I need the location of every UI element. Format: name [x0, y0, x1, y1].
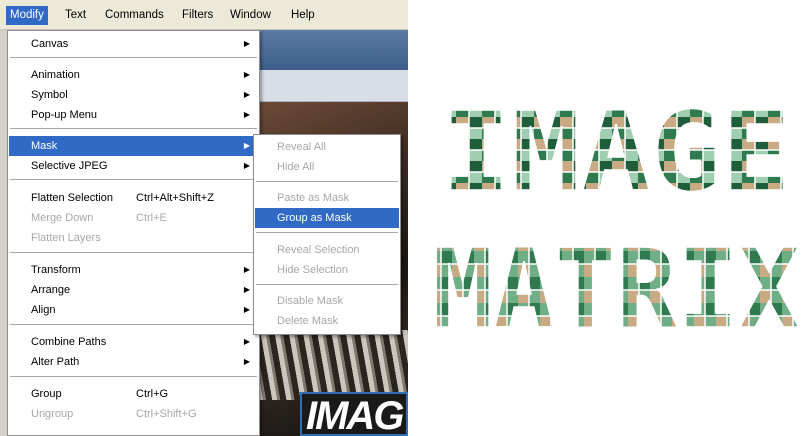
- menu-item-label: Mask: [31, 140, 58, 152]
- logo-word-matrix: MATRIX: [432, 225, 800, 340]
- menu-item-label: Flatten Selection: [31, 192, 113, 204]
- menu-text[interactable]: Text: [61, 6, 90, 25]
- submenu-arrow-icon: ▶: [243, 337, 250, 346]
- submenu-arrow-icon: ▶: [243, 70, 250, 79]
- menu-help[interactable]: Help: [287, 6, 319, 25]
- menu-item-popup-menu[interactable]: Pop-up Menu ▶: [9, 105, 258, 125]
- menu-item-flatten-layers: Flatten Layers: [9, 228, 258, 248]
- menu-item-label: Flatten Layers: [31, 232, 101, 244]
- canvas-toolbar-area: [258, 70, 408, 102]
- menu-item-label: Pop-up Menu: [31, 109, 98, 121]
- submenu-arrow-icon: ▶: [243, 110, 250, 119]
- menu-item-ungroup: Ungroup Ctrl+Shift+G: [9, 404, 258, 424]
- canvas-photo-hangers: [258, 330, 408, 400]
- submenu-arrow-icon: ▶: [243, 357, 250, 366]
- menu-item-arrange[interactable]: Arrange ▶: [9, 280, 258, 300]
- menu-separator: [10, 252, 257, 254]
- menu-item-flatten-selection[interactable]: Flatten Selection Ctrl+Alt+Shift+Z: [9, 188, 258, 208]
- menu-item-label: Group: [31, 388, 62, 400]
- menu-item-group[interactable]: Group Ctrl+G: [9, 384, 258, 404]
- submenu-arrow-icon: ▶: [243, 161, 250, 170]
- submenu-arrow-icon: ▶: [243, 285, 250, 294]
- menu-item-merge-down: Merge Down Ctrl+E: [9, 208, 258, 228]
- menu-item-align[interactable]: Align ▶: [9, 300, 258, 320]
- submenu-arrow-icon: ▶: [243, 305, 250, 314]
- menu-separator: [10, 57, 257, 59]
- submenu-item-reveal-selection: Reveal Selection: [277, 244, 360, 256]
- logo-word-image: IMAGE: [441, 95, 791, 216]
- shortcut-text: Ctrl+Alt+Shift+Z: [136, 192, 214, 204]
- submenu-item-group-as-mask[interactable]: Group as Mask: [255, 208, 399, 228]
- menu-item-animation[interactable]: Animation ▶: [9, 65, 258, 85]
- submenu-arrow-icon: ▶: [243, 90, 250, 99]
- shortcut-text: Ctrl+Shift+G: [136, 408, 197, 420]
- logo-line-2: MATRIX: [431, 224, 801, 340]
- menu-separator: [10, 179, 257, 181]
- submenu-item-reveal-all: Reveal All: [277, 141, 326, 153]
- submenu-item-hide-all: Hide All: [277, 161, 315, 173]
- logo-line-1: IMAGE: [440, 95, 792, 217]
- submenu-item-paste-as-mask: Paste as Mask: [277, 192, 350, 204]
- modify-dropdown: Canvas ▶ Animation ▶ Symbol ▶ Pop-up Men…: [7, 30, 260, 436]
- menu-item-label: Merge Down: [31, 212, 94, 224]
- submenu-arrow-icon: ▶: [243, 141, 250, 150]
- menu-item-mask[interactable]: Mask ▶: [9, 136, 258, 156]
- menu-item-label: Animation: [31, 69, 80, 81]
- menu-commands[interactable]: Commands: [101, 6, 168, 25]
- menu-item-canvas[interactable]: Canvas ▶: [9, 34, 258, 54]
- fireworks-window: IMAG Modify Text Commands Filters Window…: [0, 0, 408, 436]
- menu-item-label: Canvas: [31, 38, 69, 50]
- menu-separator: [256, 232, 398, 234]
- menu-separator: [10, 128, 257, 130]
- menu-item-symbol[interactable]: Symbol ▶: [9, 85, 258, 105]
- menu-item-label: Arrange: [31, 284, 71, 296]
- menu-filters[interactable]: Filters: [178, 6, 217, 25]
- submenu-arrow-icon: ▶: [243, 39, 250, 48]
- menu-bar: Modify Text Commands Filters Window Help: [0, 0, 408, 30]
- menu-item-combine-paths[interactable]: Combine Paths ▶: [9, 332, 258, 352]
- shortcut-text: Ctrl+E: [136, 212, 167, 224]
- mask-submenu: Reveal All Hide All Paste as Mask Group …: [253, 134, 401, 335]
- menu-item-label: Alter Path: [31, 356, 80, 368]
- menu-window[interactable]: Window: [226, 6, 275, 25]
- menu-item-label: Combine Paths: [31, 336, 107, 348]
- menu-item-label: Symbol: [31, 89, 68, 101]
- canvas-title-area: [258, 30, 408, 70]
- canvas-photo-text: IMAG: [306, 394, 404, 436]
- menu-item-transform[interactable]: Transform ▶: [9, 260, 258, 280]
- menu-item-label: Ungroup: [31, 408, 74, 420]
- menu-item-alter-path[interactable]: Alter Path ▶: [9, 352, 258, 372]
- image-matrix-logo: IMAGE MATRIX: [431, 95, 801, 340]
- submenu-item-disable-mask: Disable Mask: [277, 295, 344, 307]
- menu-item-label: Align: [31, 304, 56, 316]
- menu-modify[interactable]: Modify: [6, 6, 48, 25]
- menu-separator: [256, 284, 398, 286]
- menu-item-selective-jpeg[interactable]: Selective JPEG ▶: [9, 156, 258, 176]
- shortcut-text: Ctrl+G: [136, 388, 169, 400]
- submenu-arrow-icon: ▶: [243, 265, 250, 274]
- menu-separator: [10, 376, 257, 378]
- canvas-selected-text-object[interactable]: IMAG: [300, 392, 408, 436]
- menu-item-label: Transform: [31, 264, 81, 276]
- submenu-item-delete-mask: Delete Mask: [277, 315, 339, 327]
- submenu-item-hide-selection: Hide Selection: [277, 264, 348, 276]
- menu-separator: [256, 181, 398, 183]
- menu-item-label: Selective JPEG: [31, 160, 108, 172]
- menu-separator: [10, 324, 257, 326]
